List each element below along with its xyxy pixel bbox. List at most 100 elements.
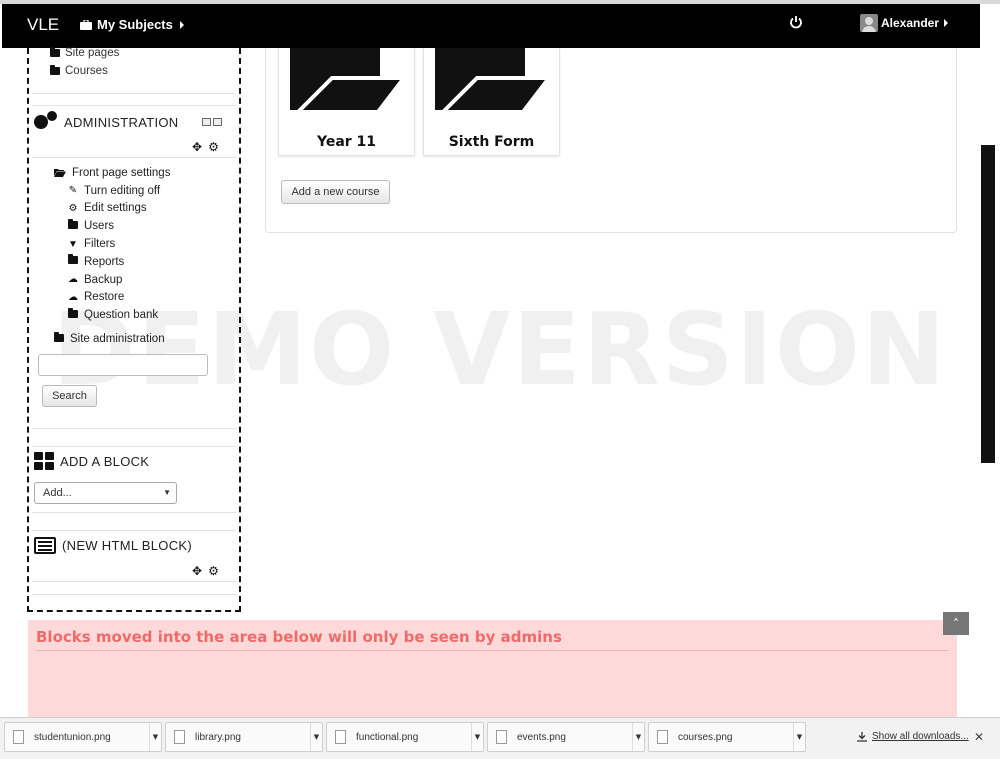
admin-item-label: Edit settings [84, 202, 147, 215]
admin-item-label: Backup [84, 273, 123, 286]
move-icon[interactable]: ✥ [192, 564, 202, 578]
file-icon [335, 730, 346, 744]
divider [32, 512, 236, 513]
download-item[interactable]: library.png ▼ [165, 722, 323, 752]
divider [32, 428, 236, 429]
course-card-label: Year 11 [316, 134, 377, 150]
add-new-course-button[interactable]: Add a new course [281, 180, 390, 204]
admin-item-label: Question bank [84, 309, 159, 322]
chevron-down-icon[interactable]: ▼ [310, 723, 322, 751]
block-edit-icons: ✥ ⚙ [192, 140, 219, 154]
admin-only-block-region: Blocks moved into the area below will on… [28, 620, 957, 717]
user-name: Alexander [881, 16, 940, 30]
nav-item-label: Site pages [65, 47, 120, 59]
download-file-name: events.png [517, 731, 566, 743]
gear-icon[interactable]: ⚙ [208, 140, 219, 154]
admin-item-label: Filters [84, 238, 116, 251]
dropdown-arrow-icon: ▼ [163, 488, 171, 497]
admin-item-reports[interactable]: Reports [68, 253, 170, 271]
admin-item-turn-editing-off[interactable]: ✎ Turn editing off [68, 182, 170, 200]
download-file-name: library.png [195, 731, 241, 743]
html-block-header: (NEW HTML BLOCK) [34, 537, 192, 554]
block-edit-icons: ✥ ⚙ [192, 564, 219, 578]
course-card-label: Sixth Form [448, 134, 535, 150]
download-item[interactable]: functional.png ▼ [326, 722, 484, 752]
navigation-list: Site pages Courses [50, 44, 119, 80]
gears-icon [34, 111, 58, 133]
admin-item-restore[interactable]: ☁ Restore [68, 289, 170, 307]
front-page-settings-node[interactable]: Front page settings [54, 164, 170, 182]
divider [32, 581, 236, 582]
download-item[interactable]: courses.png ▼ [648, 722, 806, 752]
move-icon[interactable]: ✥ [192, 140, 202, 154]
file-icon [174, 730, 185, 744]
download-item[interactable]: events.png ▼ [487, 722, 645, 752]
close-icon[interactable]: ✕ [974, 730, 984, 744]
add-block-selected: Add... [43, 487, 72, 499]
download-file-name: courses.png [678, 731, 733, 743]
nav-item-courses[interactable]: Courses [50, 62, 119, 80]
divider [36, 650, 948, 651]
nav-item-site-pages[interactable]: Site pages [50, 44, 119, 62]
filter-icon: ▼ [68, 238, 78, 250]
divider [32, 446, 236, 447]
admin-item-filters[interactable]: ▼ Filters [68, 235, 170, 253]
scrollbar-thumb[interactable] [981, 145, 995, 463]
admin-search-input[interactable] [38, 354, 208, 376]
avatar [860, 14, 878, 32]
download-file-name: studentunion.png [34, 731, 111, 743]
add-block-header: ADD A BLOCK [34, 452, 149, 470]
admin-item-label: Reports [84, 255, 125, 268]
course-card-sixth-form[interactable]: Sixth Form [423, 48, 560, 156]
administration-title: ADMINISTRATION [64, 114, 179, 130]
admin-item-users[interactable]: Users [68, 217, 170, 235]
search-button[interactable]: Search [42, 385, 97, 407]
chevron-down-icon[interactable]: ▼ [149, 723, 161, 751]
divider [32, 530, 236, 531]
admin-item-backup[interactable]: ☁ Backup [68, 271, 170, 289]
site-administration-node[interactable]: Site administration [54, 330, 170, 348]
add-block-select[interactable]: Add... ▼ [34, 482, 177, 504]
block-controls [202, 118, 222, 126]
show-all-downloads-link[interactable]: Show all downloads... [857, 731, 969, 742]
caret-right-icon [944, 19, 949, 27]
chevron-down-icon[interactable]: ▼ [632, 723, 644, 751]
downloads-bar: studentunion.png ▼ library.png ▼ functio… [0, 717, 1000, 759]
folder-icon [50, 65, 60, 75]
brand-link[interactable]: VLE [27, 15, 59, 35]
download-item[interactable]: studentunion.png ▼ [4, 722, 162, 752]
chevron-down-icon[interactable]: ▼ [793, 723, 805, 751]
gear-icon[interactable]: ⚙ [208, 564, 219, 578]
divider [32, 157, 236, 158]
administration-header: ADMINISTRATION [34, 111, 178, 133]
power-icon[interactable] [789, 15, 803, 29]
nav-item-label: Courses [65, 65, 108, 77]
divider [32, 594, 236, 595]
folder-icon [50, 47, 60, 57]
admin-item-question-bank[interactable]: Question bank [68, 306, 170, 324]
chevron-up-icon: ˄ [953, 616, 959, 631]
folder-icon [68, 218, 78, 232]
my-subjects-menu[interactable]: My Subjects [80, 17, 184, 32]
file-icon [657, 730, 668, 744]
admin-item-label: Turn editing off [84, 184, 161, 197]
folder-icon [68, 254, 78, 267]
blocks-grid-icon [34, 452, 54, 470]
user-menu[interactable]: Alexander [860, 14, 949, 32]
my-subjects-label: My Subjects [97, 17, 173, 32]
course-card-year-11[interactable]: Year 11 [278, 48, 415, 156]
dock-icon[interactable] [213, 118, 222, 126]
chevron-down-icon[interactable]: ▼ [471, 723, 483, 751]
add-block-title: ADD A BLOCK [60, 453, 150, 469]
download-file-name: functional.png [356, 731, 419, 743]
divider [32, 105, 236, 106]
admin-item-edit-settings[interactable]: ⚙ Edit settings [68, 200, 170, 218]
file-icon [13, 730, 24, 744]
download-icon [857, 731, 867, 742]
admin-item-label: Restore [84, 291, 125, 304]
show-all-downloads-label: Show all downloads... [872, 731, 969, 742]
folder-open-icon [54, 169, 66, 178]
back-to-top-button[interactable]: ˄ [943, 612, 969, 635]
collapse-icon[interactable] [202, 118, 211, 126]
gear-icon: ⚙ [68, 202, 78, 214]
